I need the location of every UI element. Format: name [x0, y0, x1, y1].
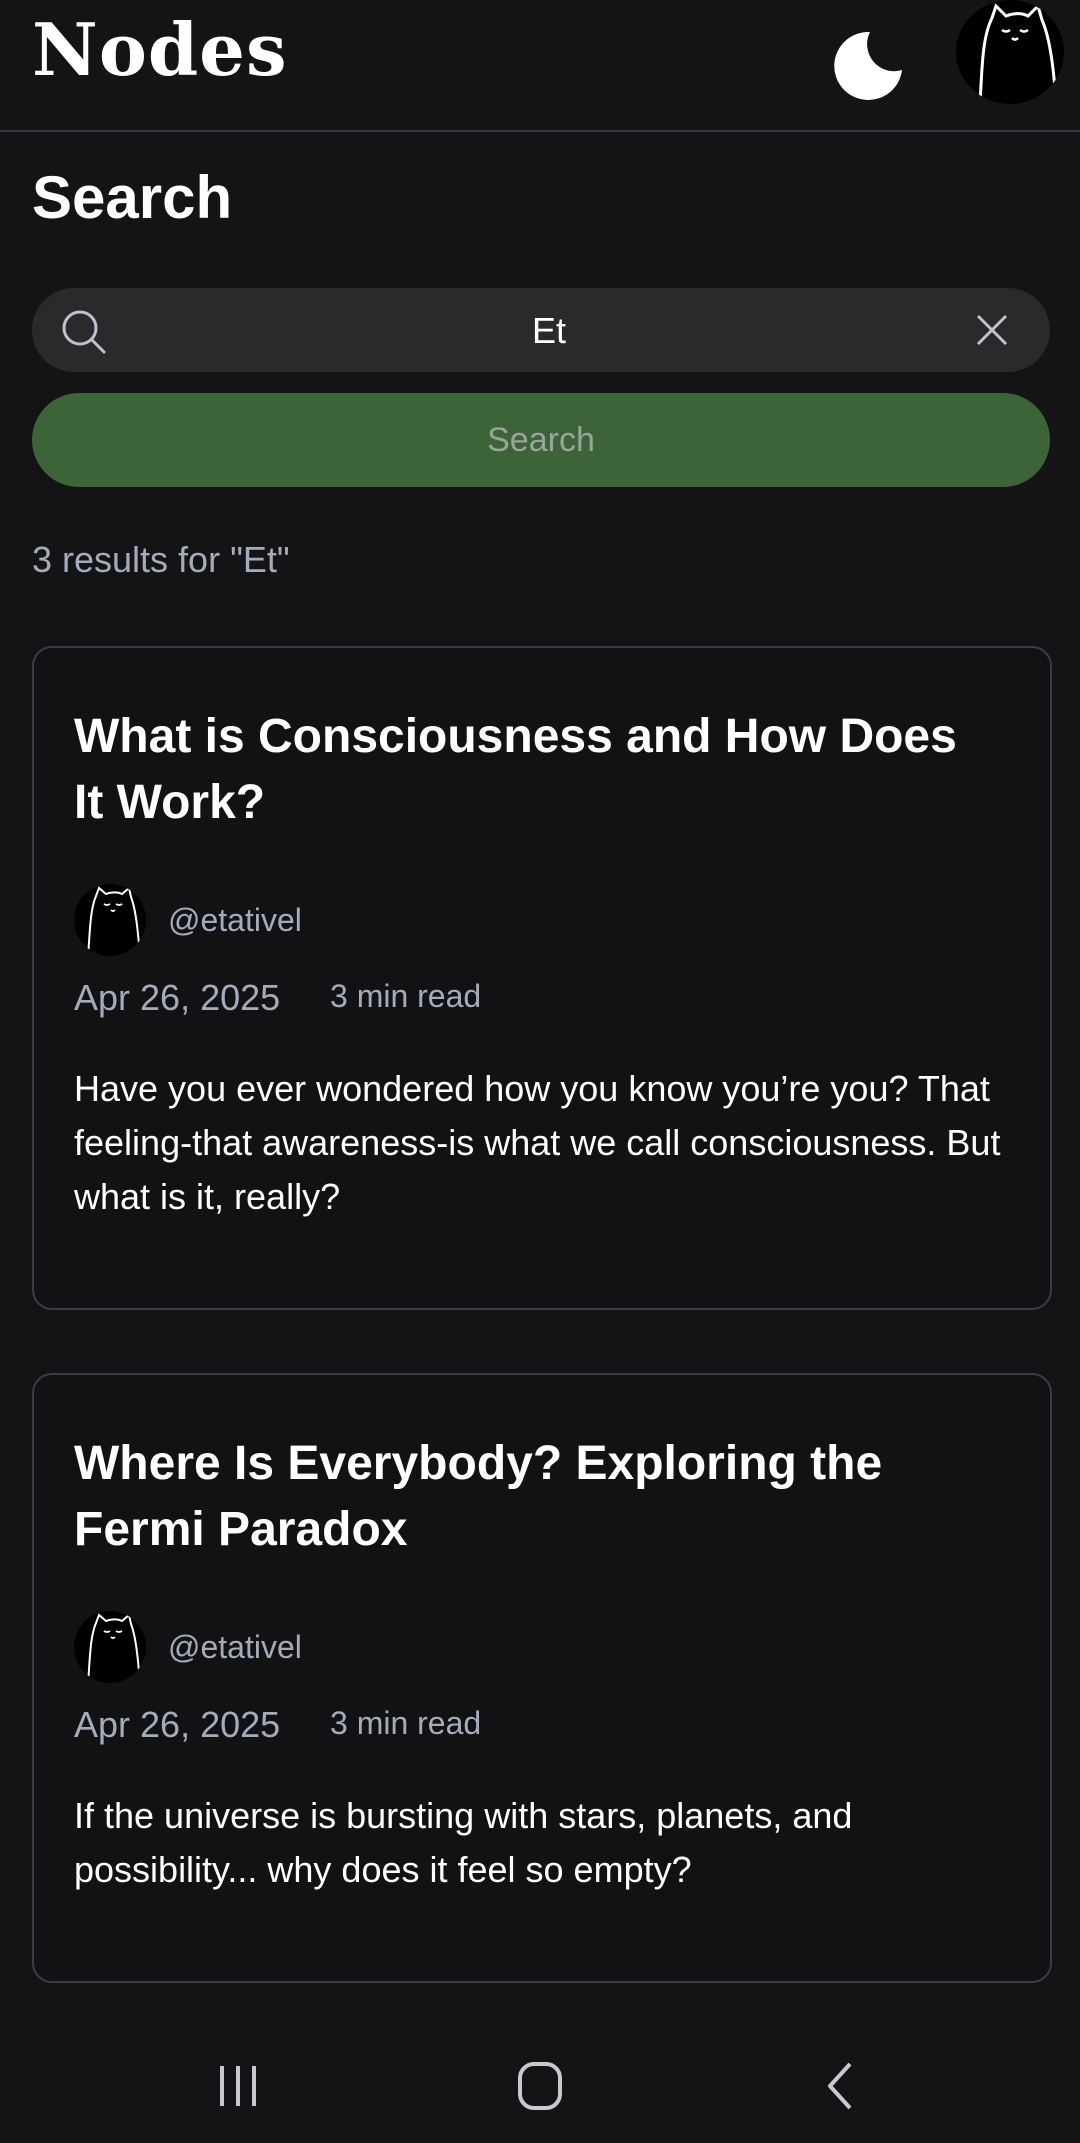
system-nav-bar — [0, 2030, 1080, 2143]
post-date: Apr 26, 2025 — [74, 977, 281, 1018]
search-bar — [32, 288, 1050, 374]
profile-avatar[interactable] — [956, 0, 1064, 104]
author-avatar[interactable] — [74, 1611, 146, 1683]
read-time: 3 min read — [330, 978, 482, 1014]
search-input[interactable] — [132, 288, 966, 374]
cat-avatar-icon — [87, 886, 141, 956]
search-button[interactable]: Search — [32, 393, 1050, 487]
app-logo[interactable]: Nodes — [32, 0, 288, 100]
result-card[interactable]: What is Consciousness and How Does It Wo… — [32, 646, 1052, 1310]
post-title[interactable]: What is Consciousness and How Does It Wo… — [74, 704, 974, 836]
post-excerpt: If the universe is bursting with stars, … — [74, 1795, 853, 1890]
author-avatar[interactable] — [74, 884, 146, 956]
post-title[interactable]: Where Is Everybody? Exploring the Fermi … — [74, 1431, 974, 1563]
recents-icon[interactable] — [206, 2058, 270, 2114]
result-card[interactable]: Where Is Everybody? Exploring the Fermi … — [32, 1373, 1052, 1983]
clear-icon[interactable] — [968, 306, 1016, 354]
post-date: Apr 26, 2025 — [74, 1704, 281, 1745]
author-handle[interactable]: @etativel — [168, 900, 302, 940]
post-excerpt: Have you ever wondered how you know you’… — [74, 1068, 1001, 1217]
moon-icon[interactable] — [818, 18, 908, 108]
page-title: Search — [32, 164, 233, 231]
top-bar: Nodes — [0, 0, 1080, 132]
results-summary: 3 results for "Et" — [32, 539, 290, 580]
cat-avatar-icon — [978, 3, 1058, 104]
search-icon — [62, 310, 106, 354]
cat-avatar-icon — [87, 1613, 141, 1683]
back-icon[interactable] — [810, 2058, 874, 2114]
author-handle[interactable]: @etativel — [168, 1627, 302, 1667]
home-icon[interactable] — [508, 2058, 572, 2114]
read-time: 3 min read — [330, 1705, 482, 1741]
